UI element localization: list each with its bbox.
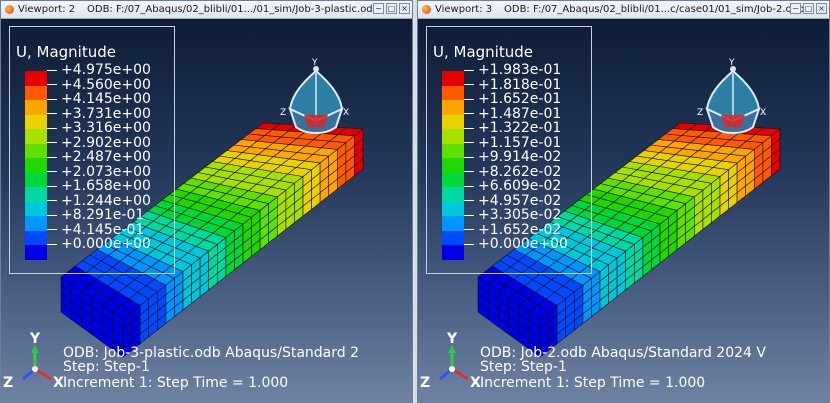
viewport-title: Viewport: 2 (18, 4, 76, 15)
step-info-line: Step: Step-1 (480, 359, 567, 375)
viewport-title: Viewport: 3 (435, 4, 493, 15)
axis-z-label: Z (420, 375, 430, 391)
axis-z-label: Z (3, 375, 13, 391)
maximize-button[interactable]: □ (803, 3, 814, 14)
viewport-canvas[interactable]: Y Z X U, Magnitude +1.983e-01 +1.818e-01 +… (418, 19, 829, 402)
viewport-odb-path: ODB: F:/07_Abaqus/02_blibli/01.../01_sim… (87, 4, 380, 15)
viewport-title-bar[interactable]: Viewport: 3 ODB: F:/07_Abaqus/02_blibli/… (418, 1, 829, 19)
minimize-button[interactable]: − (790, 3, 801, 14)
close-button[interactable]: × (816, 3, 827, 14)
close-button[interactable]: × (399, 3, 410, 14)
maximize-button[interactable]: □ (386, 3, 397, 14)
viewport-title-bar[interactable]: Viewport: 2 ODB: F:/07_Abaqus/02_blibli/… (1, 1, 412, 19)
axis-y-label: Y (29, 331, 41, 347)
viewport-odb-path: ODB: F:/07_Abaqus/02_blibli/01...c/case0… (504, 4, 805, 15)
step-info-line: Step: Step-1 (63, 359, 150, 375)
axis-y-label: Y (446, 331, 458, 347)
minimize-button[interactable]: − (373, 3, 384, 14)
viewport-icon (5, 5, 14, 14)
viewport-3[interactable]: Viewport: 3 ODB: F:/07_Abaqus/02_blibli/… (417, 0, 830, 403)
viewport-icon (422, 5, 431, 14)
increment-info-line: Increment 1: Step Time = 1.000 (63, 375, 289, 391)
viewport-canvas[interactable]: Y Z X U, Magnitude +4.975e+00 +4.560e+00 +… (1, 19, 412, 402)
viewport-2[interactable]: Viewport: 2 ODB: F:/07_Abaqus/02_blibli/… (0, 0, 413, 403)
increment-info-line: Increment 1: Step Time = 1.000 (480, 375, 706, 391)
